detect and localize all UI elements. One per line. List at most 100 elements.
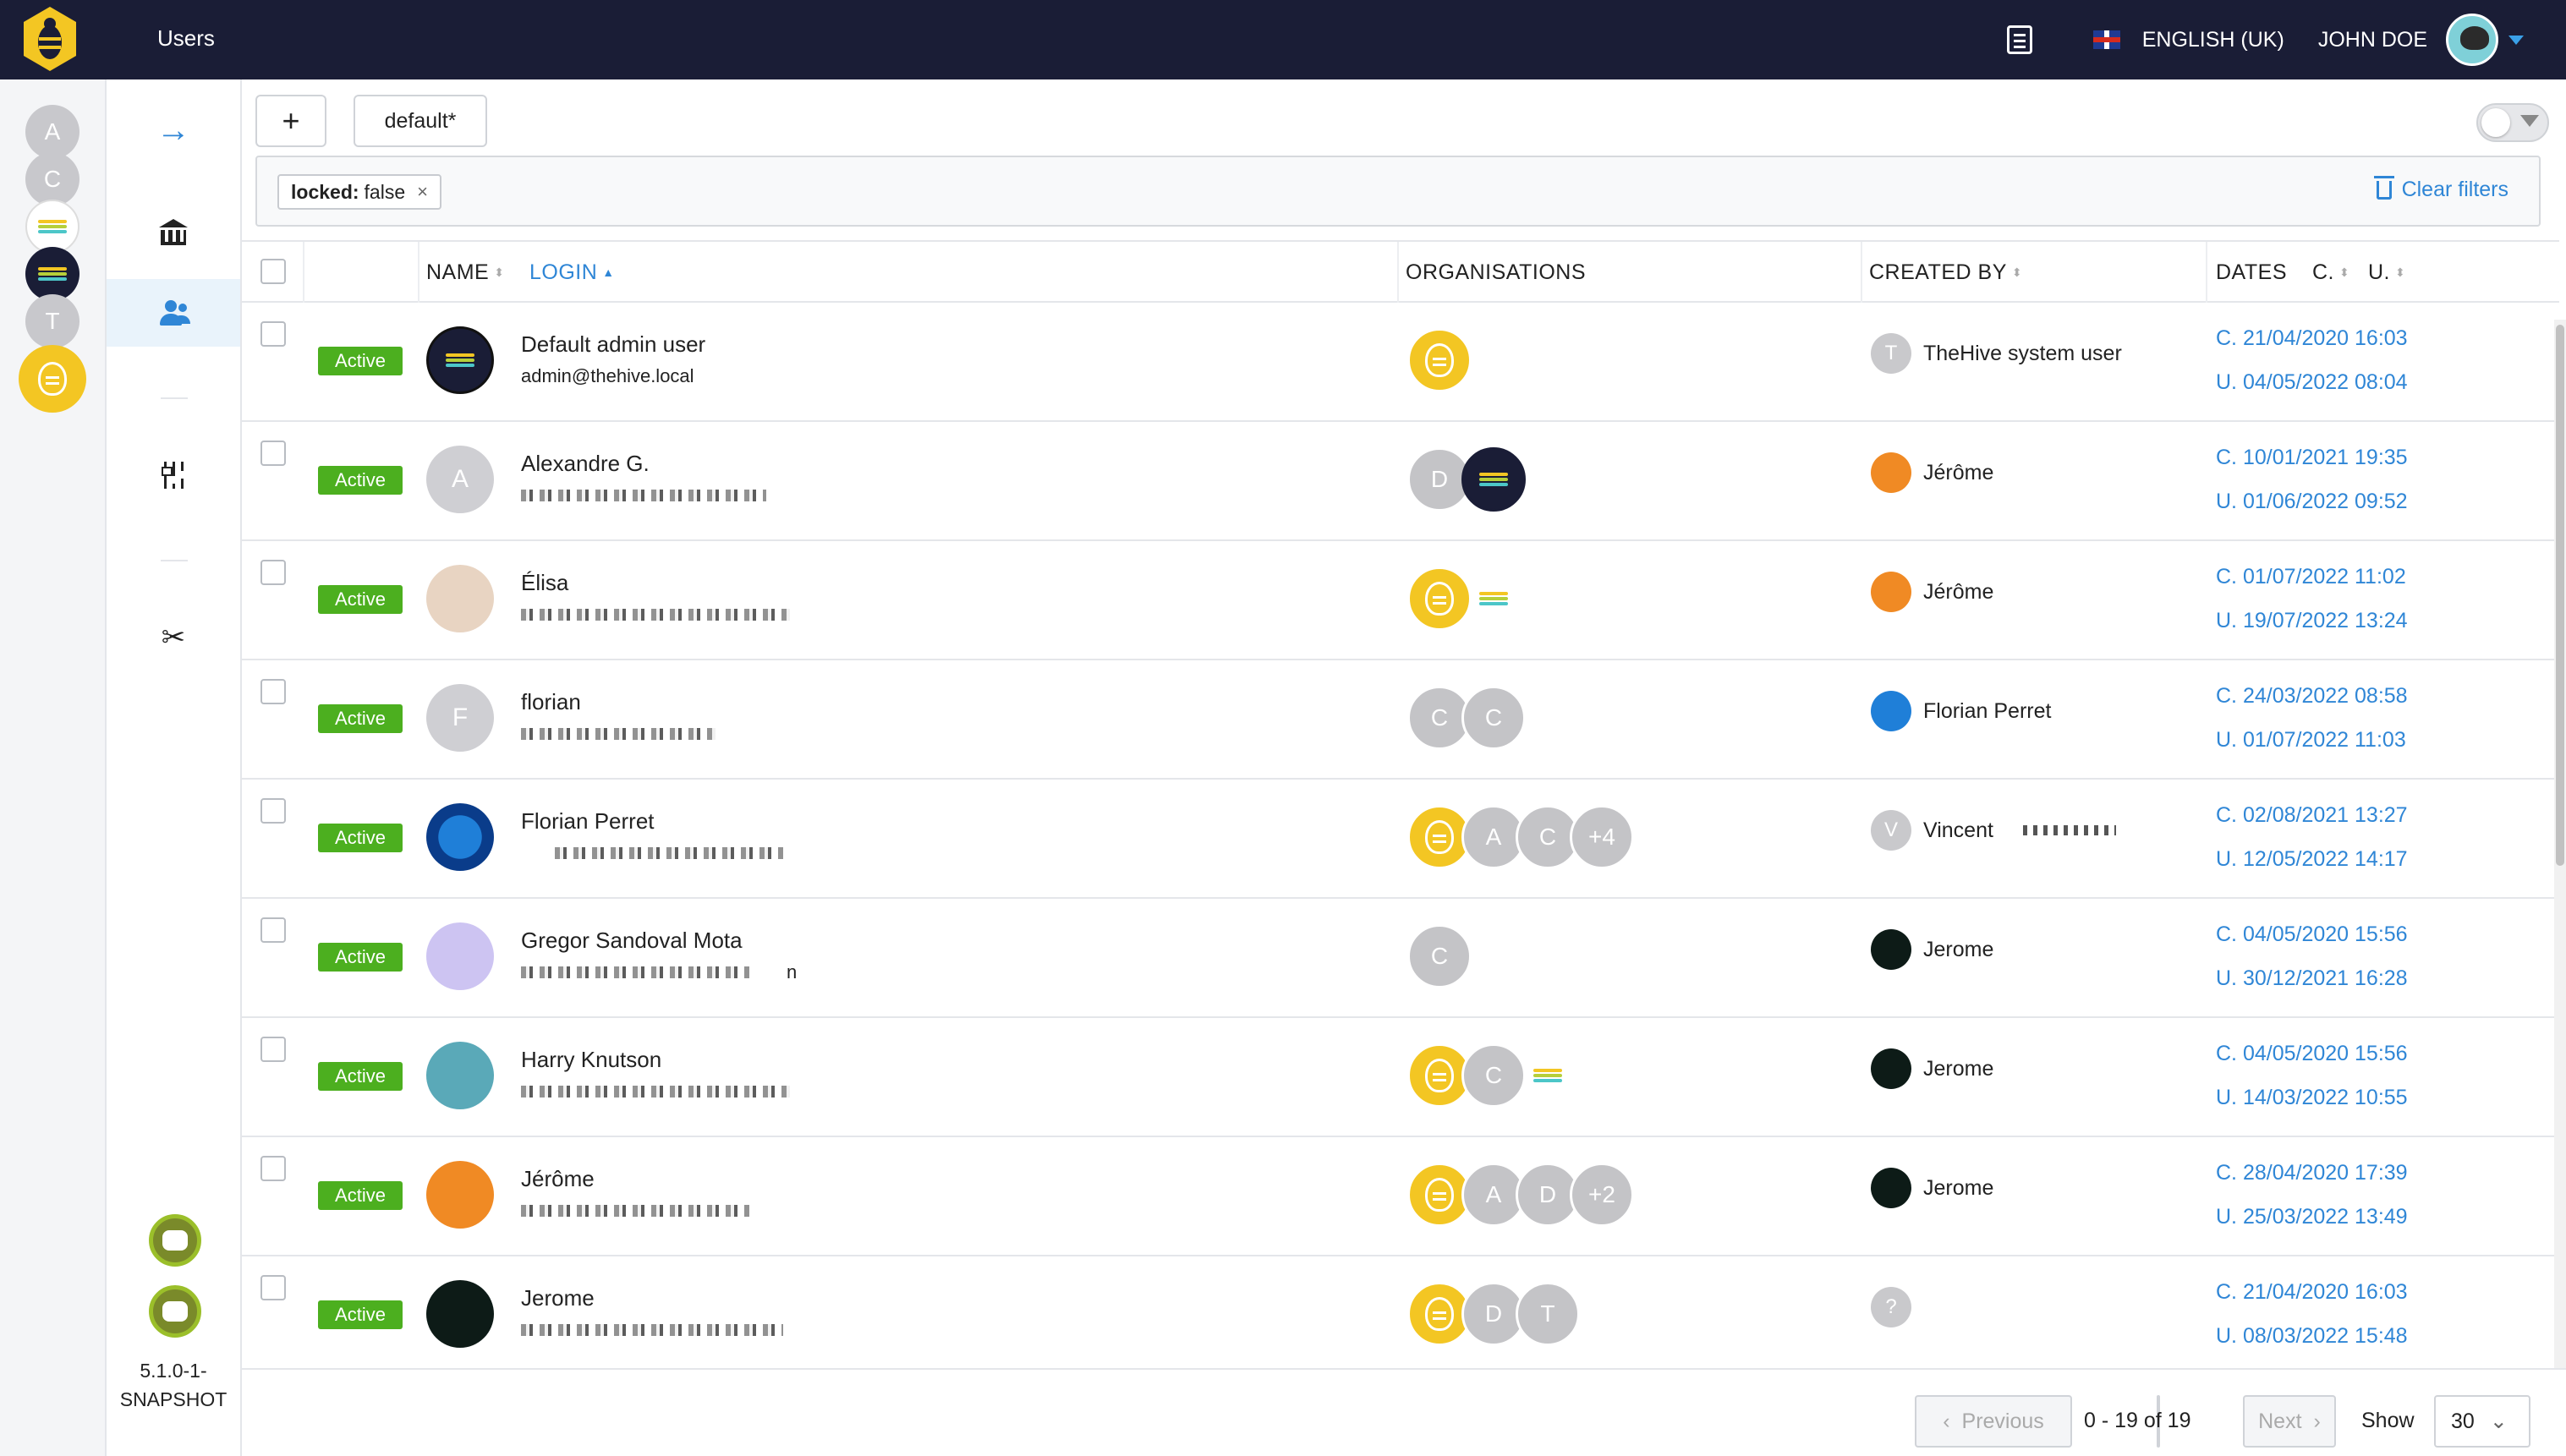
org-a-button[interactable]: A bbox=[25, 105, 80, 159]
page-size-select[interactable]: 30 ⌄ bbox=[2434, 1395, 2530, 1448]
status-badge: Active bbox=[318, 1300, 403, 1329]
filter-toggle[interactable] bbox=[2476, 103, 2549, 142]
table-row[interactable]: Active Élisa Jérôme C. 01/07/2022 11:02 … bbox=[242, 541, 2559, 660]
table-row[interactable]: Active F florian C C Florian Perret C. 2… bbox=[242, 660, 2559, 780]
user-login-suffix: n bbox=[787, 961, 798, 983]
user-menu-name[interactable]: JOHN DOE bbox=[2318, 28, 2427, 52]
column-created-date[interactable]: C. ⬍ bbox=[2312, 242, 2349, 303]
user-name[interactable]: Florian Perret bbox=[521, 808, 655, 835]
row-checkbox[interactable] bbox=[260, 321, 286, 347]
user-name[interactable]: Gregor Sandoval Mota bbox=[521, 928, 743, 954]
org-admin-button[interactable] bbox=[19, 345, 86, 413]
org-avatar[interactable] bbox=[1516, 1043, 1580, 1108]
row-checkbox[interactable] bbox=[260, 798, 286, 824]
table-row[interactable]: Active Default admin user admin@thehive.… bbox=[242, 303, 2559, 422]
sort-icon: ⬍ bbox=[2339, 265, 2350, 279]
next-page-button[interactable]: Next › bbox=[2243, 1395, 2336, 1448]
row-checkbox[interactable] bbox=[260, 679, 286, 704]
user-name[interactable]: Jérôme bbox=[521, 1166, 595, 1192]
nav-tools[interactable]: ✂ bbox=[107, 604, 240, 671]
org-avatar[interactable] bbox=[1461, 447, 1526, 512]
user-name[interactable]: Élisa bbox=[521, 570, 568, 596]
user-name[interactable]: Alexandre G. bbox=[521, 451, 650, 477]
table-row[interactable]: Active A Alexandre G. D Jérôme C. 10/01/… bbox=[242, 422, 2559, 541]
add-user-button[interactable]: + bbox=[255, 95, 326, 147]
version-label: 5.1.0-1- SNAPSHOT bbox=[119, 1360, 228, 1410]
org-avatar[interactable] bbox=[1461, 567, 1526, 631]
previous-page-button[interactable]: ‹ Previous bbox=[1915, 1395, 2072, 1448]
org-thehive-dark-button[interactable] bbox=[25, 247, 80, 301]
user-name[interactable]: florian bbox=[521, 689, 581, 715]
clear-filters-button[interactable]: Clear filters bbox=[2373, 175, 2508, 202]
bee-icon bbox=[1425, 1059, 1454, 1092]
org-c-button[interactable]: C bbox=[25, 152, 80, 206]
creator-avatar bbox=[1871, 1168, 1911, 1208]
org-more-badge[interactable]: +2 bbox=[1570, 1163, 1634, 1227]
expand-nav-button[interactable]: → bbox=[107, 96, 240, 164]
trash-icon bbox=[2373, 175, 2394, 200]
redacted-login bbox=[521, 1324, 783, 1336]
brain-icon[interactable] bbox=[149, 1214, 201, 1267]
creator-avatar bbox=[1871, 452, 1911, 493]
funnel-icon bbox=[2520, 115, 2539, 127]
row-checkbox[interactable] bbox=[260, 560, 286, 585]
table-row[interactable]: Active Harry Knutson C Jerome C. 04/05/2… bbox=[242, 1018, 2559, 1137]
org-avatar[interactable] bbox=[1407, 328, 1472, 392]
column-updated-date[interactable]: U. ⬍ bbox=[2368, 242, 2405, 303]
row-checkbox[interactable] bbox=[260, 441, 286, 466]
table-row[interactable]: Active Jerome D T ? C. 21/04/2020 16:03 … bbox=[242, 1256, 2559, 1376]
column-created-by[interactable]: CREATED BY ⬍ bbox=[1869, 242, 2022, 303]
user-name[interactable]: Jerome bbox=[521, 1285, 595, 1311]
thehive-logo[interactable] bbox=[19, 3, 81, 76]
created-date: C. 10/01/2021 19:35 bbox=[2216, 446, 2408, 469]
nav-platform-settings[interactable] bbox=[107, 441, 240, 509]
org-avatar[interactable]: T bbox=[1516, 1282, 1580, 1346]
updated-date: U. 25/03/2022 13:49 bbox=[2216, 1205, 2408, 1229]
uk-flag-icon[interactable] bbox=[2092, 30, 2120, 49]
row-checkbox[interactable] bbox=[260, 1275, 286, 1300]
close-icon[interactable]: × bbox=[417, 181, 428, 203]
row-checkbox[interactable] bbox=[260, 1037, 286, 1062]
documentation-icon[interactable] bbox=[2006, 25, 2032, 54]
row-checkbox[interactable] bbox=[260, 1156, 286, 1181]
column-name[interactable]: NAME ⬍ bbox=[426, 242, 504, 303]
org-avatar[interactable]: C bbox=[1407, 924, 1472, 988]
status-badge: Active bbox=[318, 704, 403, 733]
user-name[interactable]: Harry Knutson bbox=[521, 1047, 661, 1073]
org-thehive-light-button[interactable] bbox=[25, 200, 80, 254]
row-checkbox[interactable] bbox=[260, 917, 286, 943]
creator-name: Florian Perret bbox=[1923, 699, 2052, 723]
thehive-stripes-icon bbox=[38, 217, 67, 236]
redacted-login bbox=[521, 966, 749, 978]
select-all-checkbox[interactable] bbox=[260, 259, 286, 284]
nav-users[interactable] bbox=[107, 279, 240, 347]
table-row[interactable]: Active Florian Perret A C +4 V Vincent C… bbox=[242, 780, 2559, 899]
user-name[interactable]: Default admin user bbox=[521, 331, 705, 358]
filter-chip-locked[interactable]: locked: false × bbox=[277, 174, 441, 210]
filter-preset-button[interactable]: default* bbox=[354, 95, 487, 147]
created-date: C. 02/08/2021 13:27 bbox=[2216, 803, 2408, 827]
thehive-stripes-icon bbox=[1479, 589, 1508, 608]
chevron-down-icon[interactable] bbox=[2508, 35, 2524, 45]
column-login[interactable]: LOGIN ▲ bbox=[529, 242, 615, 303]
bee-icon bbox=[1425, 1297, 1454, 1331]
creator-avatar: T bbox=[1871, 333, 1911, 374]
language-selector[interactable]: ENGLISH (UK) bbox=[2142, 28, 2284, 52]
creator-avatar bbox=[1871, 572, 1911, 612]
table-row[interactable]: Active Gregor Sandoval Mota n C Jerome C… bbox=[242, 899, 2559, 1018]
status-badge: Active bbox=[318, 1062, 403, 1091]
pagination-info: 0 - 19 of 19 bbox=[2084, 1409, 2191, 1432]
top-bar: Users ENGLISH (UK) JOHN DOE bbox=[0, 0, 2566, 79]
bee-icon bbox=[1425, 1178, 1454, 1212]
avatar bbox=[426, 803, 494, 871]
table-row[interactable]: Active Jérôme A D +2 Jerome C. 28/04/202… bbox=[242, 1137, 2559, 1256]
chat-icon[interactable] bbox=[149, 1285, 201, 1338]
scrollbar-thumb[interactable] bbox=[2556, 325, 2564, 866]
org-more-badge[interactable]: +4 bbox=[1570, 805, 1634, 869]
user-avatar[interactable] bbox=[2446, 14, 2498, 66]
creator-avatar bbox=[1871, 1048, 1911, 1089]
org-t-button[interactable]: T bbox=[25, 294, 80, 348]
sort-icon: ⬍ bbox=[2011, 265, 2023, 279]
nav-organisations[interactable] bbox=[107, 198, 240, 265]
org-avatar[interactable]: C bbox=[1461, 686, 1526, 750]
